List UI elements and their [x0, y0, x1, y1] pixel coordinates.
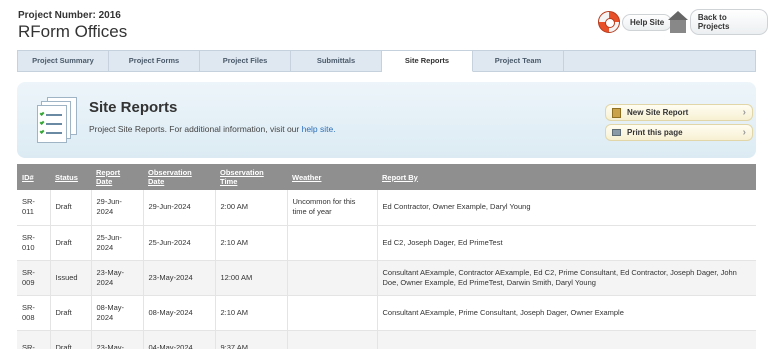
- house-icon: [668, 11, 688, 33]
- column-header-id[interactable]: ID#: [17, 164, 50, 190]
- tab-project-forms[interactable]: Project Forms: [109, 51, 200, 71]
- cell-status: Draft: [50, 225, 92, 260]
- cell-id: SR-: [17, 330, 51, 349]
- cell-observation-date: 04-May-2024: [143, 330, 216, 349]
- cell-observation-time: 2:10 AM: [215, 225, 288, 260]
- cell-observation-date: 08-May-2024: [143, 295, 216, 330]
- page-description-text: Project Site Reports. For additional inf…: [89, 124, 302, 134]
- tab-site-reports[interactable]: Site Reports: [382, 51, 473, 72]
- page-description: Project Site Reports. For additional inf…: [89, 124, 336, 134]
- cell-id: SR-011: [17, 190, 51, 225]
- site-reports-table: ID# Status Report Date Observation Date …: [17, 164, 756, 349]
- new-site-report-button[interactable]: New Site Report ›: [605, 104, 753, 121]
- tab-project-team[interactable]: Project Team: [473, 51, 564, 71]
- cell-observation-time: 9:37 AM: [215, 330, 288, 349]
- cell-weather: [287, 260, 378, 295]
- cell-status: Draft: [50, 330, 92, 349]
- cell-report-by: Ed Contractor, Owner Example, Daryl Youn…: [382, 202, 531, 212]
- help-site-button[interactable]: Help Site: [598, 10, 673, 34]
- column-header-report-by[interactable]: Report By: [377, 164, 756, 190]
- tab-bar-spacer: [564, 51, 755, 71]
- tab-project-files[interactable]: Project Files: [200, 51, 291, 71]
- column-header-weather[interactable]: Weather: [287, 164, 377, 190]
- cell-report-date: 23-May-: [91, 330, 144, 349]
- lifebuoy-icon: [598, 11, 620, 33]
- help-site-label: Help Site: [622, 13, 673, 31]
- cell-report-by: [377, 330, 756, 349]
- new-site-report-label: New Site Report: [627, 108, 689, 117]
- tab-submittals[interactable]: Submittals: [291, 51, 382, 71]
- cell-report-date: 29-Jun-2024: [91, 190, 144, 225]
- table-row[interactable]: SR-008 Draft 08-May-2024 08-May-2024 2:1…: [17, 295, 756, 330]
- cell-observation-date: 25-Jun-2024: [143, 225, 216, 260]
- tab-bar: Project Summary Project Forms Project Fi…: [17, 50, 756, 72]
- cell-weather: [287, 330, 378, 349]
- help-site-link[interactable]: help site.: [302, 124, 336, 134]
- column-header-observation-time[interactable]: Observation Time: [215, 164, 287, 190]
- cell-report-date: 25-Jun-2024: [91, 225, 144, 260]
- cell-observation-time: 2:00 AM: [215, 190, 288, 225]
- cell-weather: Uncommon for this time of year: [287, 190, 378, 225]
- page-title: Site Reports: [89, 99, 178, 116]
- cell-observation-date: 23-May-2024: [143, 260, 216, 295]
- cell-report-by: Consultant AExample, Contractor AExample…: [382, 267, 737, 287]
- cell-report-date: 23-May-2024: [91, 260, 144, 295]
- cell-status: Issued: [50, 260, 92, 295]
- page-banner: Site Reports Project Site Reports. For a…: [17, 82, 756, 158]
- printer-icon: [612, 129, 621, 136]
- cell-weather: [287, 225, 378, 260]
- cell-id: SR-008: [17, 295, 51, 330]
- print-page-label: Print this page: [627, 128, 683, 137]
- cell-id: SR-010: [17, 225, 51, 260]
- project-name: RForm Offices: [18, 22, 128, 41]
- cell-observation-time: 2:10 AM: [215, 295, 288, 330]
- back-to-projects-label: Back to Projects: [689, 9, 768, 35]
- checklist-document-icon: [37, 97, 79, 143]
- column-header-status[interactable]: Status: [50, 164, 91, 190]
- cell-observation-date: 29-Jun-2024: [143, 190, 216, 225]
- project-number: Project Number: 2016: [18, 10, 121, 21]
- column-header-report-date[interactable]: Report Date: [91, 164, 143, 190]
- column-header-observation-date[interactable]: Observation Date: [143, 164, 215, 190]
- cell-status: Draft: [50, 190, 92, 225]
- cell-weather: [287, 295, 378, 330]
- back-to-projects-button[interactable]: Back to Projects: [668, 9, 768, 35]
- table-row[interactable]: SR-009 Issued 23-May-2024 23-May-2024 12…: [17, 260, 756, 295]
- cell-report-by: Ed C2, Joseph Dager, Ed PrimeTest: [382, 237, 503, 247]
- cell-observation-time: 12:00 AM: [215, 260, 288, 295]
- cell-report-date: 08-May-2024: [91, 295, 144, 330]
- table-row[interactable]: SR- Draft 23-May- 04-May-2024 9:37 AM: [17, 330, 756, 349]
- print-page-button[interactable]: Print this page ›: [605, 124, 753, 141]
- table-row[interactable]: SR-010 Draft 25-Jun-2024 25-Jun-2024 2:1…: [17, 225, 756, 260]
- new-report-icon: [612, 107, 621, 118]
- tab-project-summary[interactable]: Project Summary: [18, 51, 109, 71]
- cell-status: Draft: [50, 295, 92, 330]
- cell-report-by: Consultant AExample, Prime Consultant, J…: [382, 307, 624, 317]
- table-row[interactable]: SR-011 Draft 29-Jun-2024 29-Jun-2024 2:0…: [17, 190, 756, 225]
- cell-id: SR-009: [17, 260, 51, 295]
- chevron-right-icon: ›: [742, 107, 746, 118]
- chevron-right-icon: ›: [742, 127, 746, 138]
- table-header-row: ID# Status Report Date Observation Date …: [17, 164, 756, 190]
